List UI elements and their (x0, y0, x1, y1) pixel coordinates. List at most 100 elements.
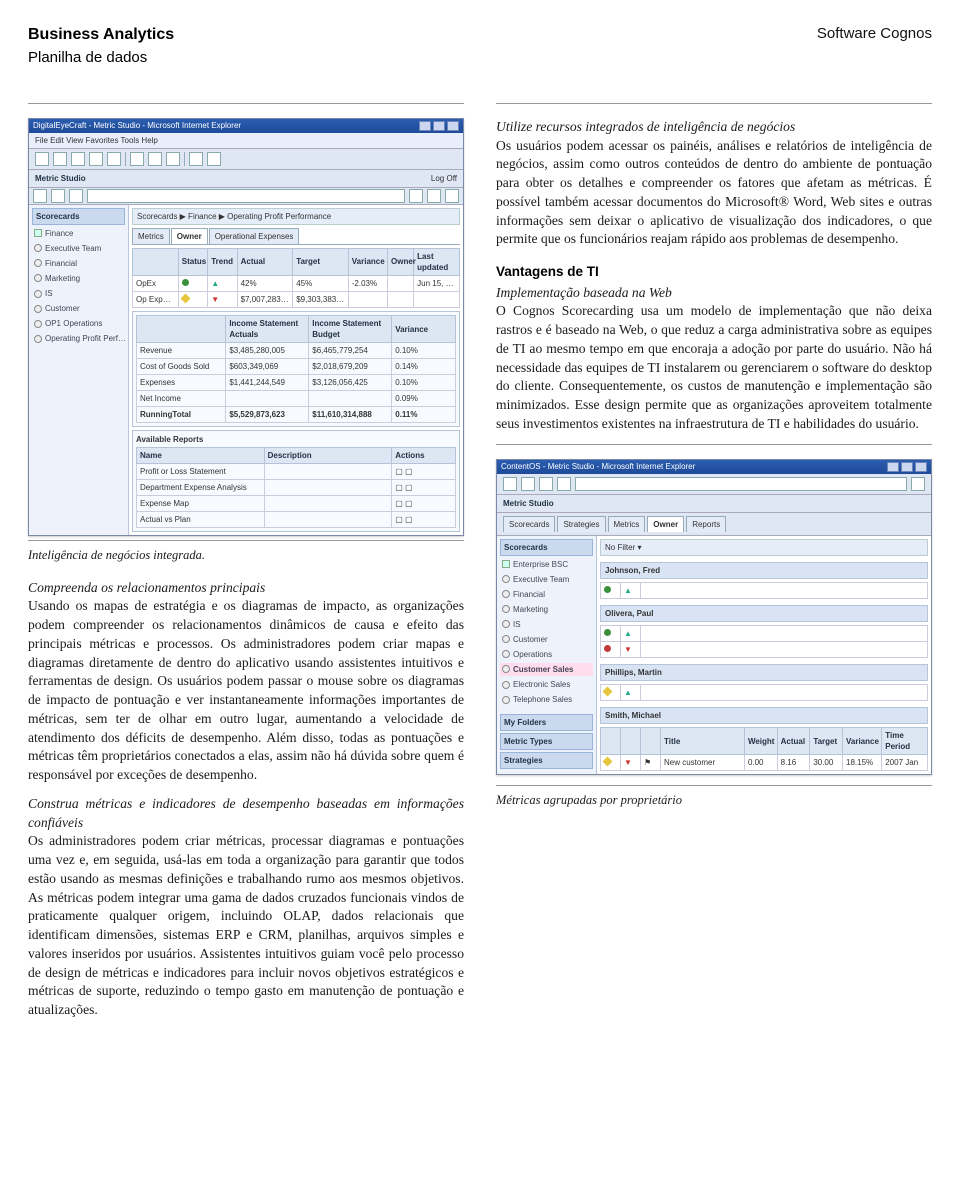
tab[interactable]: Owner (171, 228, 208, 244)
nav-item[interactable]: Operating Profit Perf… (32, 332, 125, 345)
tool-icon[interactable] (445, 189, 459, 203)
nav-item[interactable]: Executive Team (32, 242, 125, 255)
tool-icon[interactable] (427, 189, 441, 203)
table-row[interactable]: ▲ (601, 625, 928, 641)
print-icon[interactable] (207, 152, 221, 166)
nav-item[interactable]: Marketing (500, 603, 593, 616)
node-icon (34, 335, 42, 343)
nav-section[interactable]: Scorecards (32, 208, 125, 225)
nav-item[interactable]: Finance (32, 227, 125, 240)
nav-item[interactable]: Customer (32, 302, 125, 315)
owner-group-header[interactable]: Smith, Michael (600, 707, 928, 724)
table-row[interactable]: ▼ (601, 641, 928, 657)
refresh-icon[interactable] (89, 152, 103, 166)
close-button[interactable] (915, 462, 927, 472)
browser-menu[interactable]: File Edit View Favorites Tools Help (29, 133, 463, 149)
toolbar-tab[interactable]: Strategies (557, 516, 605, 532)
actions-cell[interactable]: ▢ ▢ (392, 464, 456, 480)
search-icon[interactable] (130, 152, 144, 166)
nav-item[interactable]: Telephone Sales (500, 693, 593, 706)
home-icon[interactable] (557, 477, 571, 491)
close-button[interactable] (447, 121, 459, 131)
home-icon[interactable] (107, 152, 121, 166)
owner-group-header[interactable]: Olivera, Paul (600, 605, 928, 622)
actions-cell[interactable]: ▢ ▢ (392, 512, 456, 528)
nav-section[interactable]: Scorecards (500, 539, 593, 556)
table-row[interactable]: Department Expense Analysis▢ ▢ (137, 480, 456, 496)
status-cell (178, 275, 207, 291)
toolbar-tab[interactable]: Scorecards (503, 516, 555, 532)
refresh-icon[interactable] (539, 477, 553, 491)
app-header: Metric Studio (497, 495, 931, 513)
app-body: Scorecards Finance Executive Team Financ… (29, 205, 463, 536)
tab[interactable]: Operational Expenses (209, 228, 300, 244)
toolbar-tab[interactable]: Metrics (608, 516, 646, 532)
history-icon[interactable] (166, 152, 180, 166)
nav-item[interactable]: Executive Team (500, 573, 593, 586)
table-row: Revenue$3,485,280,005$6,465,779,2540.10% (137, 343, 456, 359)
nav-item[interactable]: Financial (500, 588, 593, 601)
figure-caption-1: Inteligência de negócios integrada. (28, 540, 464, 564)
table-row[interactable]: ▼ ⚑ New customer 0.00 8.16 30.00 18.15% … (601, 755, 928, 771)
nav-section[interactable]: My Folders (500, 714, 593, 731)
go-icon[interactable] (911, 477, 925, 491)
search-input[interactable] (87, 189, 405, 203)
cell: 30.00 (810, 755, 843, 771)
forward-icon[interactable] (521, 477, 535, 491)
table-row[interactable]: Expense Map▢ ▢ (137, 496, 456, 512)
node-icon (502, 635, 510, 643)
toolbar-tab[interactable]: Owner (647, 516, 684, 532)
nav-item[interactable]: IS (32, 287, 125, 300)
nav-item[interactable]: OP1 Operations (32, 317, 125, 330)
tool-icon[interactable] (51, 189, 65, 203)
logoff-link[interactable]: Log Off (431, 173, 457, 184)
nav-item[interactable]: Operations (500, 648, 593, 661)
table-row[interactable]: Profit or Loss Statement▢ ▢ (137, 464, 456, 480)
table-row[interactable]: Actual vs Plan▢ ▢ (137, 512, 456, 528)
nav-label: Executive Team (45, 243, 101, 254)
nav-label: Enterprise BSC (513, 559, 568, 570)
nav-section[interactable]: Strategies (500, 752, 593, 769)
maximize-button[interactable] (433, 121, 445, 131)
minimize-button[interactable] (887, 462, 899, 472)
address-bar[interactable] (575, 477, 907, 491)
table-row[interactable]: ▲ (601, 582, 928, 598)
nav-item[interactable]: IS (500, 618, 593, 631)
nav-item[interactable]: Marketing (32, 272, 125, 285)
cell: $1,441,244,549 (226, 375, 309, 391)
back-icon[interactable] (35, 152, 49, 166)
nav-item[interactable]: Enterprise BSC (500, 558, 593, 571)
nav-section[interactable]: Metric Types (500, 733, 593, 750)
actions-cell[interactable]: ▢ ▢ (392, 480, 456, 496)
table-row[interactable]: ▲ (601, 684, 928, 700)
nav-item-selected[interactable]: Customer Sales (500, 663, 593, 676)
forward-icon[interactable] (53, 152, 67, 166)
stop-icon[interactable] (71, 152, 85, 166)
nav-item[interactable]: Electronic Sales (500, 678, 593, 691)
filter-bar[interactable]: No Filter ▾ (600, 539, 928, 556)
toolbar-tab[interactable]: Reports (686, 516, 726, 532)
cell: 2007 Jan (882, 755, 928, 771)
breadcrumb[interactable]: Scorecards ▶ Finance ▶ Operating Profit … (132, 208, 460, 225)
favorites-icon[interactable] (148, 152, 162, 166)
app-body: Scorecards Enterprise BSC Executive Team… (497, 536, 931, 774)
owner-group-header[interactable]: Phillips, Martin (600, 664, 928, 681)
table-row[interactable]: OpEx ▲ 42% 45% -2.03% Jun 15, 1999 (133, 275, 460, 291)
tab[interactable]: Metrics (132, 228, 170, 244)
window-titlebar: ContentOS - Metric Studio - Microsoft In… (497, 460, 931, 474)
mail-icon[interactable] (189, 152, 203, 166)
minimize-button[interactable] (419, 121, 431, 131)
nav-item[interactable]: Financial (32, 257, 125, 270)
tool-icon[interactable] (69, 189, 83, 203)
actions-cell[interactable]: ▢ ▢ (392, 496, 456, 512)
table-row[interactable]: Op Expenses ▼ $7,007,283.18 $9,303,383.0… (133, 291, 460, 307)
window-title: ContentOS - Metric Studio - Microsoft In… (501, 461, 695, 472)
th: Time Period (882, 727, 928, 754)
status-green-icon (182, 279, 189, 286)
back-icon[interactable] (503, 477, 517, 491)
maximize-button[interactable] (901, 462, 913, 472)
nav-item[interactable]: Customer (500, 633, 593, 646)
owner-group-header[interactable]: Johnson, Fred (600, 562, 928, 579)
tool-icon[interactable] (409, 189, 423, 203)
tool-icon[interactable] (33, 189, 47, 203)
